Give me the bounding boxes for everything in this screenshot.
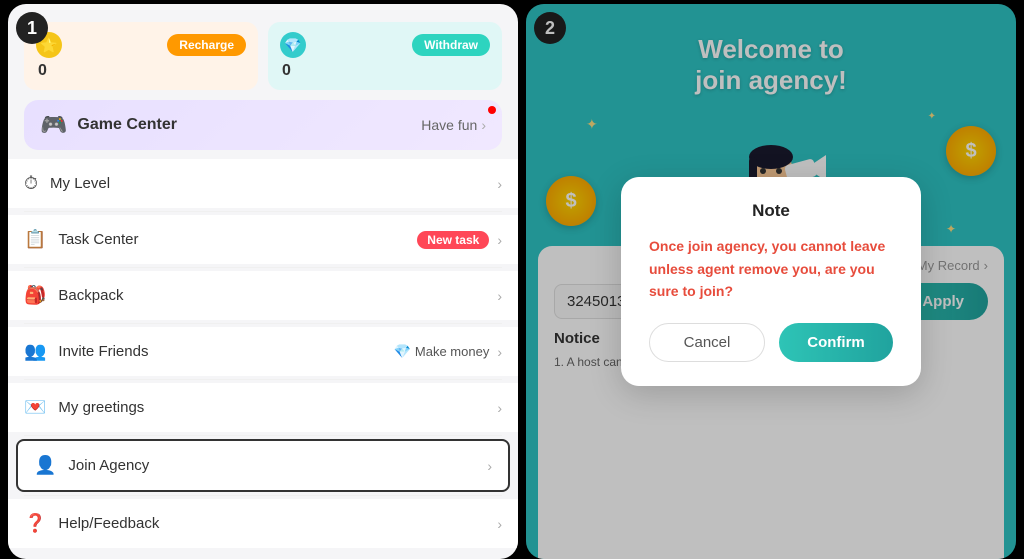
game-center-label: Game Center <box>77 116 177 134</box>
invite-friends-icon: 👥 <box>24 341 46 362</box>
menu-item-help-feedback[interactable]: ❓ Help/Feedback › <box>8 499 518 548</box>
menu-item-my-level[interactable]: ⏱ My Level › <box>8 159 518 208</box>
panel-1: 1 ⭐ Recharge 0 💎 Withdraw 0 🎮 <box>8 4 518 559</box>
gem-icon: 💎 <box>280 32 306 58</box>
join-agency-label: Join Agency <box>68 457 149 474</box>
cancel-button[interactable]: Cancel <box>649 323 765 362</box>
my-level-chevron: › <box>497 176 502 192</box>
help-feedback-chevron: › <box>497 516 502 532</box>
modal-box: Note Once join agency, you cannot leave … <box>621 177 921 385</box>
backpack-label: Backpack <box>58 287 123 304</box>
menu-list: ⏱ My Level › 📋 Task Center New task › <box>8 156 518 559</box>
coin-wallet-card: ⭐ Recharge 0 <box>24 22 258 90</box>
my-greetings-chevron: › <box>497 400 502 416</box>
invite-friends-chevron: › <box>497 344 502 360</box>
backpack-icon: 🎒 <box>24 285 46 306</box>
coin-amount: 0 <box>36 62 246 80</box>
menu-item-join-agency[interactable]: 👤 Join Agency › <box>16 439 510 492</box>
game-center-item[interactable]: 🎮 Game Center Have fun › <box>24 100 502 150</box>
gem-wallet-card: 💎 Withdraw 0 <box>268 22 502 90</box>
my-level-label: My Level <box>50 175 110 192</box>
panel-2: 2 Welcome to join agency! $ <box>526 4 1016 559</box>
notification-dot <box>488 106 496 114</box>
modal-actions: Cancel Confirm <box>649 323 893 362</box>
join-agency-chevron: › <box>487 458 492 474</box>
menu-item-backpack[interactable]: 🎒 Backpack › <box>8 271 518 320</box>
modal-title: Note <box>649 201 893 221</box>
my-level-icon: ⏱ <box>24 173 38 194</box>
task-center-icon: 📋 <box>24 229 46 250</box>
help-feedback-icon: ❓ <box>24 513 46 534</box>
menu-item-task-center[interactable]: 📋 Task Center New task › <box>8 215 518 264</box>
recharge-button[interactable]: Recharge <box>167 34 246 56</box>
backpack-chevron: › <box>497 288 502 304</box>
my-greetings-icon: 💌 <box>24 397 46 418</box>
invite-friends-label: Invite Friends <box>58 343 148 360</box>
make-money-badge: 💎 Make money <box>393 343 489 360</box>
task-center-chevron: › <box>497 232 502 248</box>
help-feedback-label: Help/Feedback <box>58 515 159 532</box>
task-center-label: Task Center <box>58 231 138 248</box>
menu-item-my-greetings[interactable]: 💌 My greetings › <box>8 383 518 432</box>
modal-overlay: Note Once join agency, you cannot leave … <box>526 4 1016 559</box>
confirm-button[interactable]: Confirm <box>779 323 893 362</box>
my-greetings-label: My greetings <box>58 399 144 416</box>
step-badge-1: 1 <box>16 12 48 44</box>
game-center-icon: 🎮 <box>40 112 67 138</box>
withdraw-button[interactable]: Withdraw <box>412 34 490 56</box>
wallet-row: ⭐ Recharge 0 💎 Withdraw 0 <box>24 22 502 90</box>
join-agency-icon: 👤 <box>34 455 56 476</box>
game-center-action: Have fun › <box>421 117 486 133</box>
menu-item-invite-friends[interactable]: 👥 Invite Friends 💎 Make money › <box>8 327 518 376</box>
new-task-badge: New task <box>417 231 489 249</box>
gem-amount: 0 <box>280 62 490 80</box>
modal-body: Once join agency, you cannot leave unles… <box>649 235 893 302</box>
